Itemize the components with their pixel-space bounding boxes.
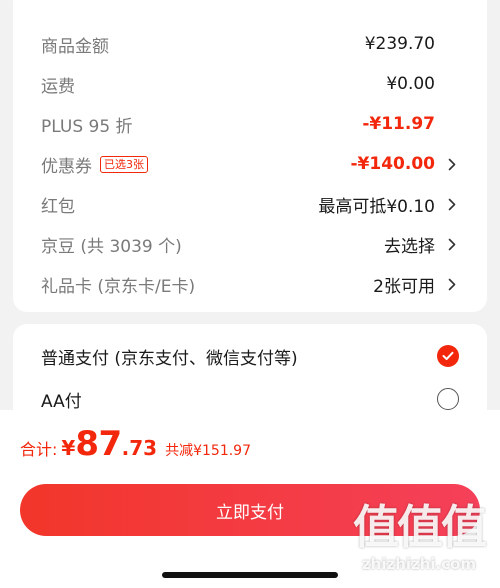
total-currency: ¥ bbox=[61, 436, 76, 460]
home-indicator bbox=[162, 572, 338, 578]
row-jd-beans[interactable]: 京豆 (共 3039 个) 去选择 bbox=[41, 224, 459, 264]
checkmark-icon[interactable] bbox=[437, 345, 459, 367]
payment-option-label: AA付 bbox=[41, 391, 82, 412]
total-label: 合计: bbox=[20, 440, 58, 459]
order-summary-card: 商品金额 ¥239.70 运费 ¥0.00 PLUS 95 折 -¥11.97 … bbox=[13, 0, 487, 312]
chevron-right-icon bbox=[445, 278, 459, 291]
total-integer: 87 bbox=[75, 424, 122, 464]
radio-empty-icon[interactable] bbox=[437, 388, 459, 410]
goods-amount-label: 商品金额 bbox=[41, 36, 109, 57]
watermark-url: zhizhizhi.com bbox=[361, 555, 477, 573]
chevron-right-icon bbox=[445, 198, 459, 211]
total-saved: 共减¥151.97 bbox=[165, 443, 251, 459]
watermark: 值值值 zhizhizhi.com bbox=[344, 500, 494, 584]
row-gift-card[interactable]: 礼品卡 (京东卡/E卡) 2张可用 bbox=[41, 264, 459, 304]
jd-beans-label: 京豆 (共 3039 个) bbox=[41, 236, 182, 257]
gift-card-value: 2张可用 bbox=[373, 276, 435, 297]
row-plus-discount: PLUS 95 折 -¥11.97 bbox=[41, 104, 459, 144]
chevron-right-icon bbox=[445, 238, 459, 251]
payment-option-standard[interactable]: 普通支付 (京东支付、微信支付等) bbox=[41, 336, 459, 376]
row-red-packet[interactable]: 红包 最高可抵¥0.10 bbox=[41, 184, 459, 224]
goods-amount-value: ¥239.70 bbox=[364, 34, 435, 54]
payment-option-label: 普通支付 (京东支付、微信支付等) bbox=[41, 348, 298, 369]
red-packet-value: 最高可抵¥0.10 bbox=[318, 196, 435, 217]
row-coupon[interactable]: 优惠券 已选3张 -¥140.00 bbox=[41, 144, 459, 184]
shipping-value: ¥0.00 bbox=[386, 74, 435, 94]
total-amount: 合计: ¥ 87 .73 共减¥151.97 bbox=[20, 424, 251, 464]
plus-discount-label: PLUS 95 折 bbox=[41, 116, 133, 137]
row-shipping: 运费 ¥0.00 bbox=[41, 64, 459, 104]
total-decimal: .73 bbox=[121, 436, 158, 460]
jd-beans-value: 去选择 bbox=[384, 236, 435, 257]
plus-discount-value: -¥11.97 bbox=[362, 114, 435, 134]
red-packet-label: 红包 bbox=[41, 196, 75, 217]
row-goods-amount: 商品金额 ¥239.70 bbox=[41, 24, 459, 64]
coupon-label: 优惠券 bbox=[41, 156, 92, 177]
shipping-label: 运费 bbox=[41, 76, 75, 97]
gift-card-label: 礼品卡 (京东卡/E卡) bbox=[41, 276, 196, 297]
payment-method-card: 普通支付 (京东支付、微信支付等) AA付 bbox=[13, 324, 487, 424]
watermark-chars: 值值值 bbox=[353, 500, 487, 554]
coupon-value: -¥140.00 bbox=[350, 154, 436, 174]
chevron-right-icon bbox=[445, 158, 459, 171]
coupon-selected-badge: 已选3张 bbox=[100, 155, 148, 173]
